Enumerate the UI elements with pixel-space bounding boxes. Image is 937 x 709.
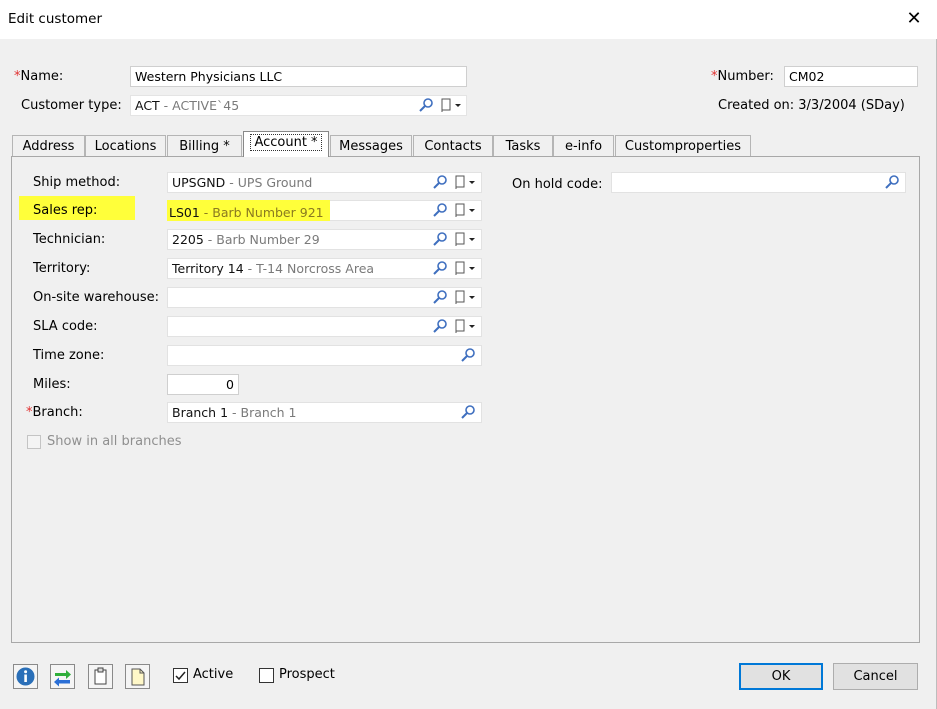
customer-type-desc: - ACTIVE`45 bbox=[159, 98, 240, 113]
search-icon[interactable] bbox=[884, 174, 902, 190]
branch-label-text: Branch: bbox=[32, 405, 83, 420]
tab-label: Contacts bbox=[424, 139, 482, 154]
branch-field[interactable]: Branch 1 - Branch 1 bbox=[167, 402, 482, 423]
tab-label: Messages bbox=[339, 139, 403, 154]
customer-type-code: ACT bbox=[135, 98, 160, 113]
search-icon[interactable] bbox=[432, 289, 450, 305]
swap-button[interactable] bbox=[50, 664, 75, 689]
tab-label: Locations bbox=[94, 139, 157, 154]
ship-method-code: UPSGND bbox=[172, 175, 226, 190]
dropdown-icon[interactable] bbox=[454, 202, 480, 218]
on-hold-code-label: On hold code: bbox=[512, 177, 603, 192]
created-on-text: Created on: 3/3/2004 (SDay) bbox=[718, 98, 905, 113]
tab-messages[interactable]: Messages bbox=[330, 135, 412, 157]
active-checkbox[interactable] bbox=[173, 668, 188, 683]
tab-label: Customproperties bbox=[624, 139, 742, 154]
tab-label: Billing * bbox=[179, 139, 230, 154]
number-label: *Number: bbox=[711, 69, 774, 84]
territory-label: Territory: bbox=[33, 261, 91, 276]
search-icon[interactable] bbox=[460, 347, 478, 363]
branch-label: *Branch: bbox=[26, 405, 83, 420]
customer-type-field[interactable]: ACT - ACTIVE`45 bbox=[130, 95, 467, 116]
search-icon[interactable] bbox=[418, 97, 436, 113]
territory-desc: - T-14 Norcross Area bbox=[243, 261, 375, 276]
name-label: *Name: bbox=[14, 69, 63, 84]
dropdown-icon[interactable] bbox=[454, 231, 480, 247]
number-label-text: Number: bbox=[717, 69, 774, 84]
clipboard-button[interactable] bbox=[88, 664, 113, 689]
name-input[interactable]: Western Physicians LLC bbox=[130, 66, 467, 87]
cancel-label: Cancel bbox=[853, 669, 898, 684]
miles-label: Miles: bbox=[33, 377, 71, 392]
search-icon[interactable] bbox=[432, 260, 450, 276]
checkmark-icon bbox=[175, 671, 186, 681]
tab-contacts[interactable]: Contacts bbox=[413, 135, 493, 157]
show-all-branches-label: Show in all branches bbox=[47, 434, 182, 449]
miles-input[interactable]: 0 bbox=[167, 374, 239, 395]
miles-value: 0 bbox=[226, 377, 234, 392]
active-label: Active bbox=[193, 667, 234, 682]
clipboard-icon bbox=[94, 667, 107, 685]
sla-code-label: SLA code: bbox=[33, 319, 98, 334]
tab-label: Tasks bbox=[505, 139, 541, 154]
dropdown-icon[interactable] bbox=[454, 174, 480, 190]
branch-desc: - Branch 1 bbox=[228, 405, 297, 420]
search-icon[interactable] bbox=[432, 318, 450, 334]
territory-code: Territory 14 bbox=[172, 261, 244, 276]
technician-desc: - Barb Number 29 bbox=[203, 232, 320, 247]
tab-address[interactable]: Address bbox=[12, 135, 85, 157]
time-zone-label: Time zone: bbox=[33, 348, 105, 363]
onsite-warehouse-label: On-site warehouse: bbox=[33, 290, 160, 305]
tab-customproperties[interactable]: Customproperties bbox=[615, 135, 751, 157]
dropdown-icon[interactable] bbox=[454, 318, 480, 334]
name-label-text: Name: bbox=[20, 69, 64, 84]
ok-label: OK bbox=[771, 669, 791, 684]
time-zone-field[interactable] bbox=[167, 345, 482, 366]
on-hold-code-field[interactable] bbox=[611, 172, 906, 193]
prospect-checkbox[interactable] bbox=[259, 668, 274, 683]
document-button[interactable] bbox=[125, 664, 150, 689]
customer-type-label: Customer type: bbox=[21, 98, 122, 113]
search-icon[interactable] bbox=[460, 404, 478, 420]
sales-rep-value: LS01 - Barb Number 921 bbox=[169, 205, 324, 220]
info-icon bbox=[16, 667, 35, 686]
sales-rep-desc: - Barb Number 921 bbox=[199, 205, 324, 220]
window-title: Edit customer bbox=[8, 11, 103, 27]
sales-rep-code: LS01 bbox=[169, 205, 200, 220]
show-all-branches-checkbox[interactable] bbox=[27, 435, 41, 449]
document-icon bbox=[131, 668, 145, 686]
dropdown-icon[interactable] bbox=[454, 260, 480, 276]
info-button[interactable] bbox=[13, 664, 38, 689]
tab-label: Address bbox=[22, 139, 75, 154]
tab-locations[interactable]: Locations bbox=[85, 135, 166, 157]
dropdown-icon[interactable] bbox=[454, 289, 480, 305]
tab-billing[interactable]: Billing * bbox=[167, 135, 242, 157]
prospect-label: Prospect bbox=[279, 667, 335, 682]
tab-tasks[interactable]: Tasks bbox=[493, 135, 553, 157]
tab-label: e-info bbox=[564, 139, 603, 154]
ship-method-desc: - UPS Ground bbox=[225, 175, 313, 190]
technician-label: Technician: bbox=[33, 232, 106, 247]
ship-method-label: Ship method: bbox=[33, 175, 121, 190]
search-icon[interactable] bbox=[432, 231, 450, 247]
dropdown-icon[interactable] bbox=[440, 97, 466, 113]
branch-code: Branch 1 bbox=[172, 405, 229, 420]
name-value: Western Physicians LLC bbox=[135, 69, 283, 84]
cancel-button[interactable]: Cancel bbox=[833, 663, 918, 690]
tab-label: Account * bbox=[250, 134, 322, 151]
technician-code: 2205 bbox=[172, 232, 204, 247]
tab-e-info[interactable]: e-info bbox=[553, 135, 614, 157]
sales-rep-label: Sales rep: bbox=[33, 203, 98, 218]
swap-arrows-icon bbox=[54, 670, 71, 687]
title-bar: Edit customer ✕ bbox=[0, 0, 937, 39]
number-input[interactable]: CM02 bbox=[784, 66, 918, 87]
search-icon[interactable] bbox=[432, 174, 450, 190]
search-icon[interactable] bbox=[432, 202, 450, 218]
ok-button[interactable]: OK bbox=[739, 663, 823, 690]
number-value: CM02 bbox=[789, 69, 825, 84]
close-icon[interactable]: ✕ bbox=[905, 10, 923, 28]
tab-account[interactable]: Account * bbox=[243, 131, 329, 157]
